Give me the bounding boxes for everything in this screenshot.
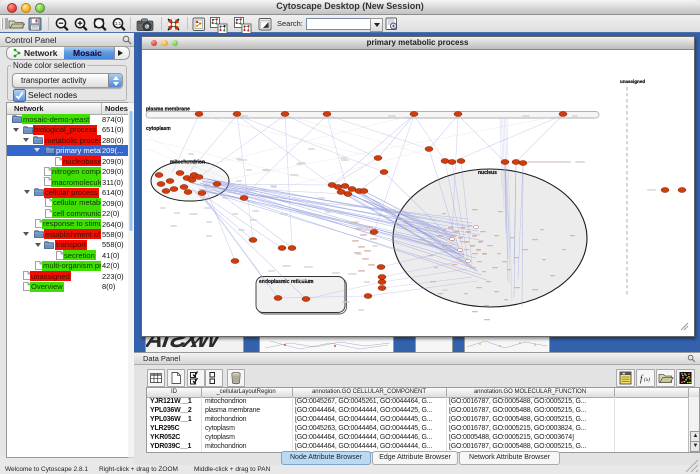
svg-text:(x): (x) <box>644 376 650 383</box>
svg-text:1:1: 1:1 <box>115 21 122 26</box>
svg-text:cytoplasm: cytoplasm <box>146 126 171 132</box>
svg-text:plasma membrane: plasma membrane <box>146 107 190 113</box>
svg-text:mitochondrion: mitochondrion <box>170 160 205 166</box>
svg-text:unassigned: unassigned <box>620 79 645 84</box>
svg-text:nucleus: nucleus <box>478 170 497 176</box>
